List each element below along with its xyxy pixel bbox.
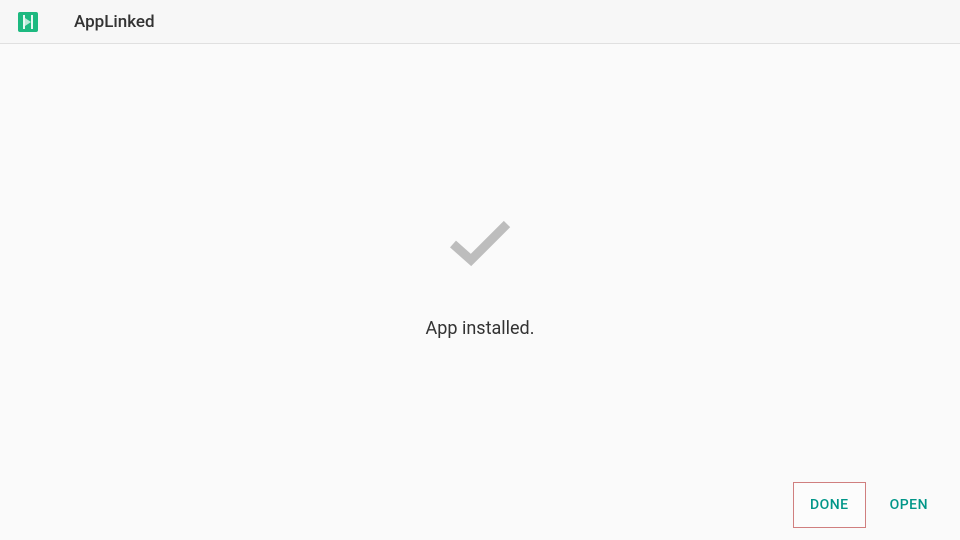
status-text: App installed. xyxy=(426,318,535,339)
open-button[interactable]: OPEN xyxy=(874,482,944,528)
app-icon xyxy=(18,12,38,32)
content-area: App installed. xyxy=(0,44,960,540)
status-icon-container xyxy=(445,216,515,274)
done-button[interactable]: DONE xyxy=(793,482,866,528)
button-bar: DONE OPEN xyxy=(793,482,944,528)
header-bar: AppLinked xyxy=(0,0,960,44)
checkmark-icon xyxy=(445,216,515,270)
app-title: AppLinked xyxy=(74,12,155,32)
